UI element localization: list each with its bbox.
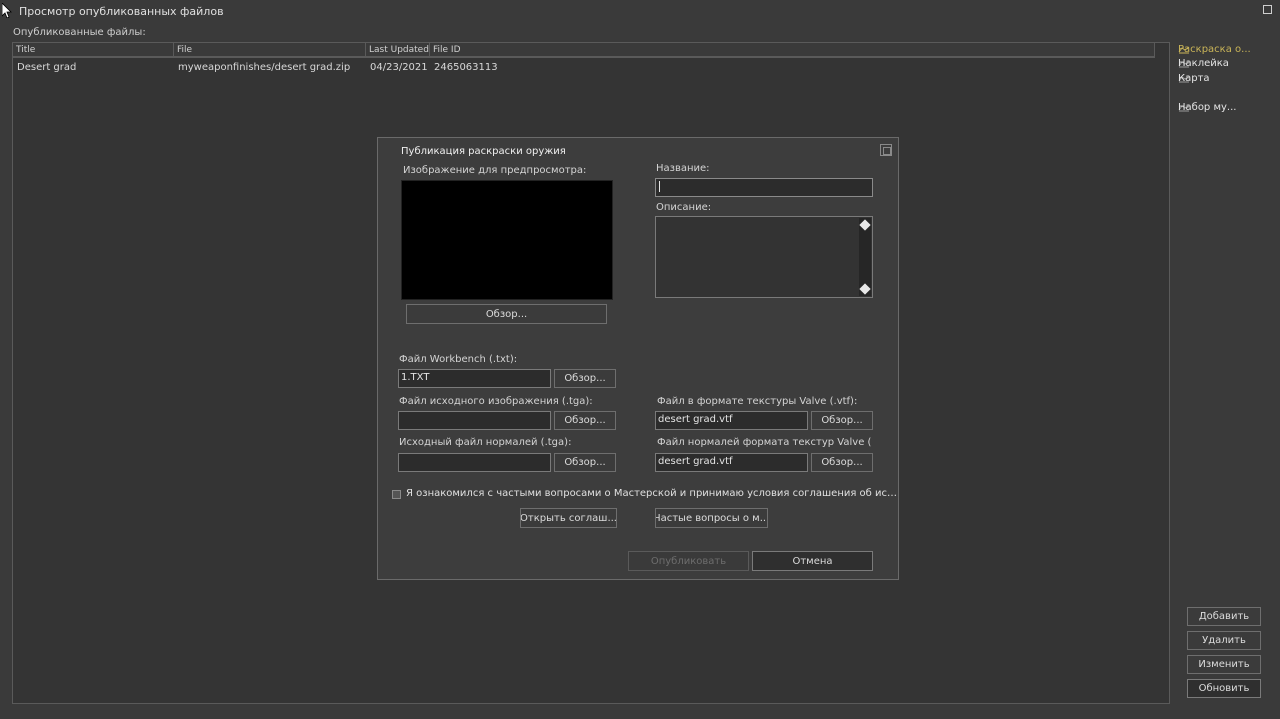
description-textarea[interactable] [655,216,873,298]
name-label: Название: [656,163,710,174]
scroll-down-icon[interactable] [859,283,871,295]
workbench-file-input[interactable]: 1.TXT [398,369,551,388]
sidebar-item-label: Карта [1178,73,1210,84]
add-button[interactable]: Добавить [1187,607,1261,626]
sidebar-item-weapon-finish[interactable]: Раскраска о... [1178,43,1251,56]
row-file-id: 2465063113 [434,62,498,73]
preview-image [401,180,613,300]
description-label: Описание: [656,202,712,213]
publish-button[interactable]: Опубликовать [628,551,749,571]
browse-source-normal-button[interactable]: Обзор... [554,453,616,472]
row-title: Desert grad [17,62,77,73]
vtf-file-input[interactable]: desert grad.vtf [655,411,808,430]
browse-vtf-normal-button[interactable]: Обзор... [811,453,873,472]
browse-workbench-button[interactable]: Обзор... [554,369,616,388]
source-normal-label: Исходный файл нормалей (.tga): [399,437,572,448]
sidebar-item-label: Набор му... [1178,102,1237,113]
maximize-button[interactable] [1263,5,1272,14]
description-scrollbar[interactable] [859,218,871,296]
window-title: Просмотр опубликованных файлов [19,5,224,18]
scroll-up-icon[interactable] [859,219,871,231]
sidebar-item-sticker[interactable]: Наклейка [1178,57,1229,70]
source-image-input[interactable] [398,411,551,430]
delete-button[interactable]: Удалить [1187,631,1261,650]
preview-image-label: Изображение для предпросмотра: [403,165,587,176]
browse-source-image-button[interactable]: Обзор... [554,411,616,430]
faq-button[interactable]: Частые вопросы о м... [655,508,768,528]
agree-text: Я ознакомился с частыми вопросами о Маст… [406,488,898,499]
vtf-normal-input[interactable]: desert grad.vtf [655,453,808,472]
column-header-last-updated[interactable]: Last Updated [366,43,430,57]
refresh-button[interactable]: Обновить [1187,679,1261,698]
dialog-maximize-button[interactable] [880,144,892,156]
edit-button[interactable]: Изменить [1187,655,1261,674]
row-file: myweaponfinishes/desert grad.zip [178,62,351,73]
published-files-label: Опубликованные файлы: [13,27,146,38]
column-header-file-id[interactable]: File ID [430,43,1155,57]
open-agreement-button[interactable]: Открыть соглаш... [520,508,617,528]
header-divider [13,57,1155,58]
dialog-title: Публикация раскраски оружия [401,146,566,157]
cancel-button[interactable]: Отмена [752,551,873,571]
vtf-normal-label: Файл нормалей формата текстур Valve (.v [657,437,871,448]
browse-vtf-button[interactable]: Обзор... [811,411,873,430]
vtf-file-label: Файл в формате текстуры Valve (.vtf): [657,396,858,407]
mouse-cursor-icon [2,3,12,18]
row-last-updated: 04/23/2021 [370,62,428,73]
sidebar-item-music-kit[interactable]: Набор му... [1178,101,1236,114]
sidebar-item-label: Наклейка [1178,58,1229,69]
workbench-file-label: Файл Workbench (.txt): [399,354,518,365]
sidebar-item-label: Раскраска о... [1178,44,1251,55]
agree-checkbox[interactable] [392,490,401,499]
publish-weapon-finish-dialog: Публикация раскраски оружия Изображение … [377,137,899,580]
name-input[interactable] [655,178,873,197]
source-normal-input[interactable] [398,453,551,472]
column-header-file[interactable]: File [174,43,366,57]
column-header-title[interactable]: Title [13,43,174,57]
sidebar-item-map[interactable]: Карта [1178,72,1210,85]
browse-preview-button[interactable]: Обзор... [406,304,607,324]
source-image-label: Файл исходного изображения (.tga): [399,396,593,407]
